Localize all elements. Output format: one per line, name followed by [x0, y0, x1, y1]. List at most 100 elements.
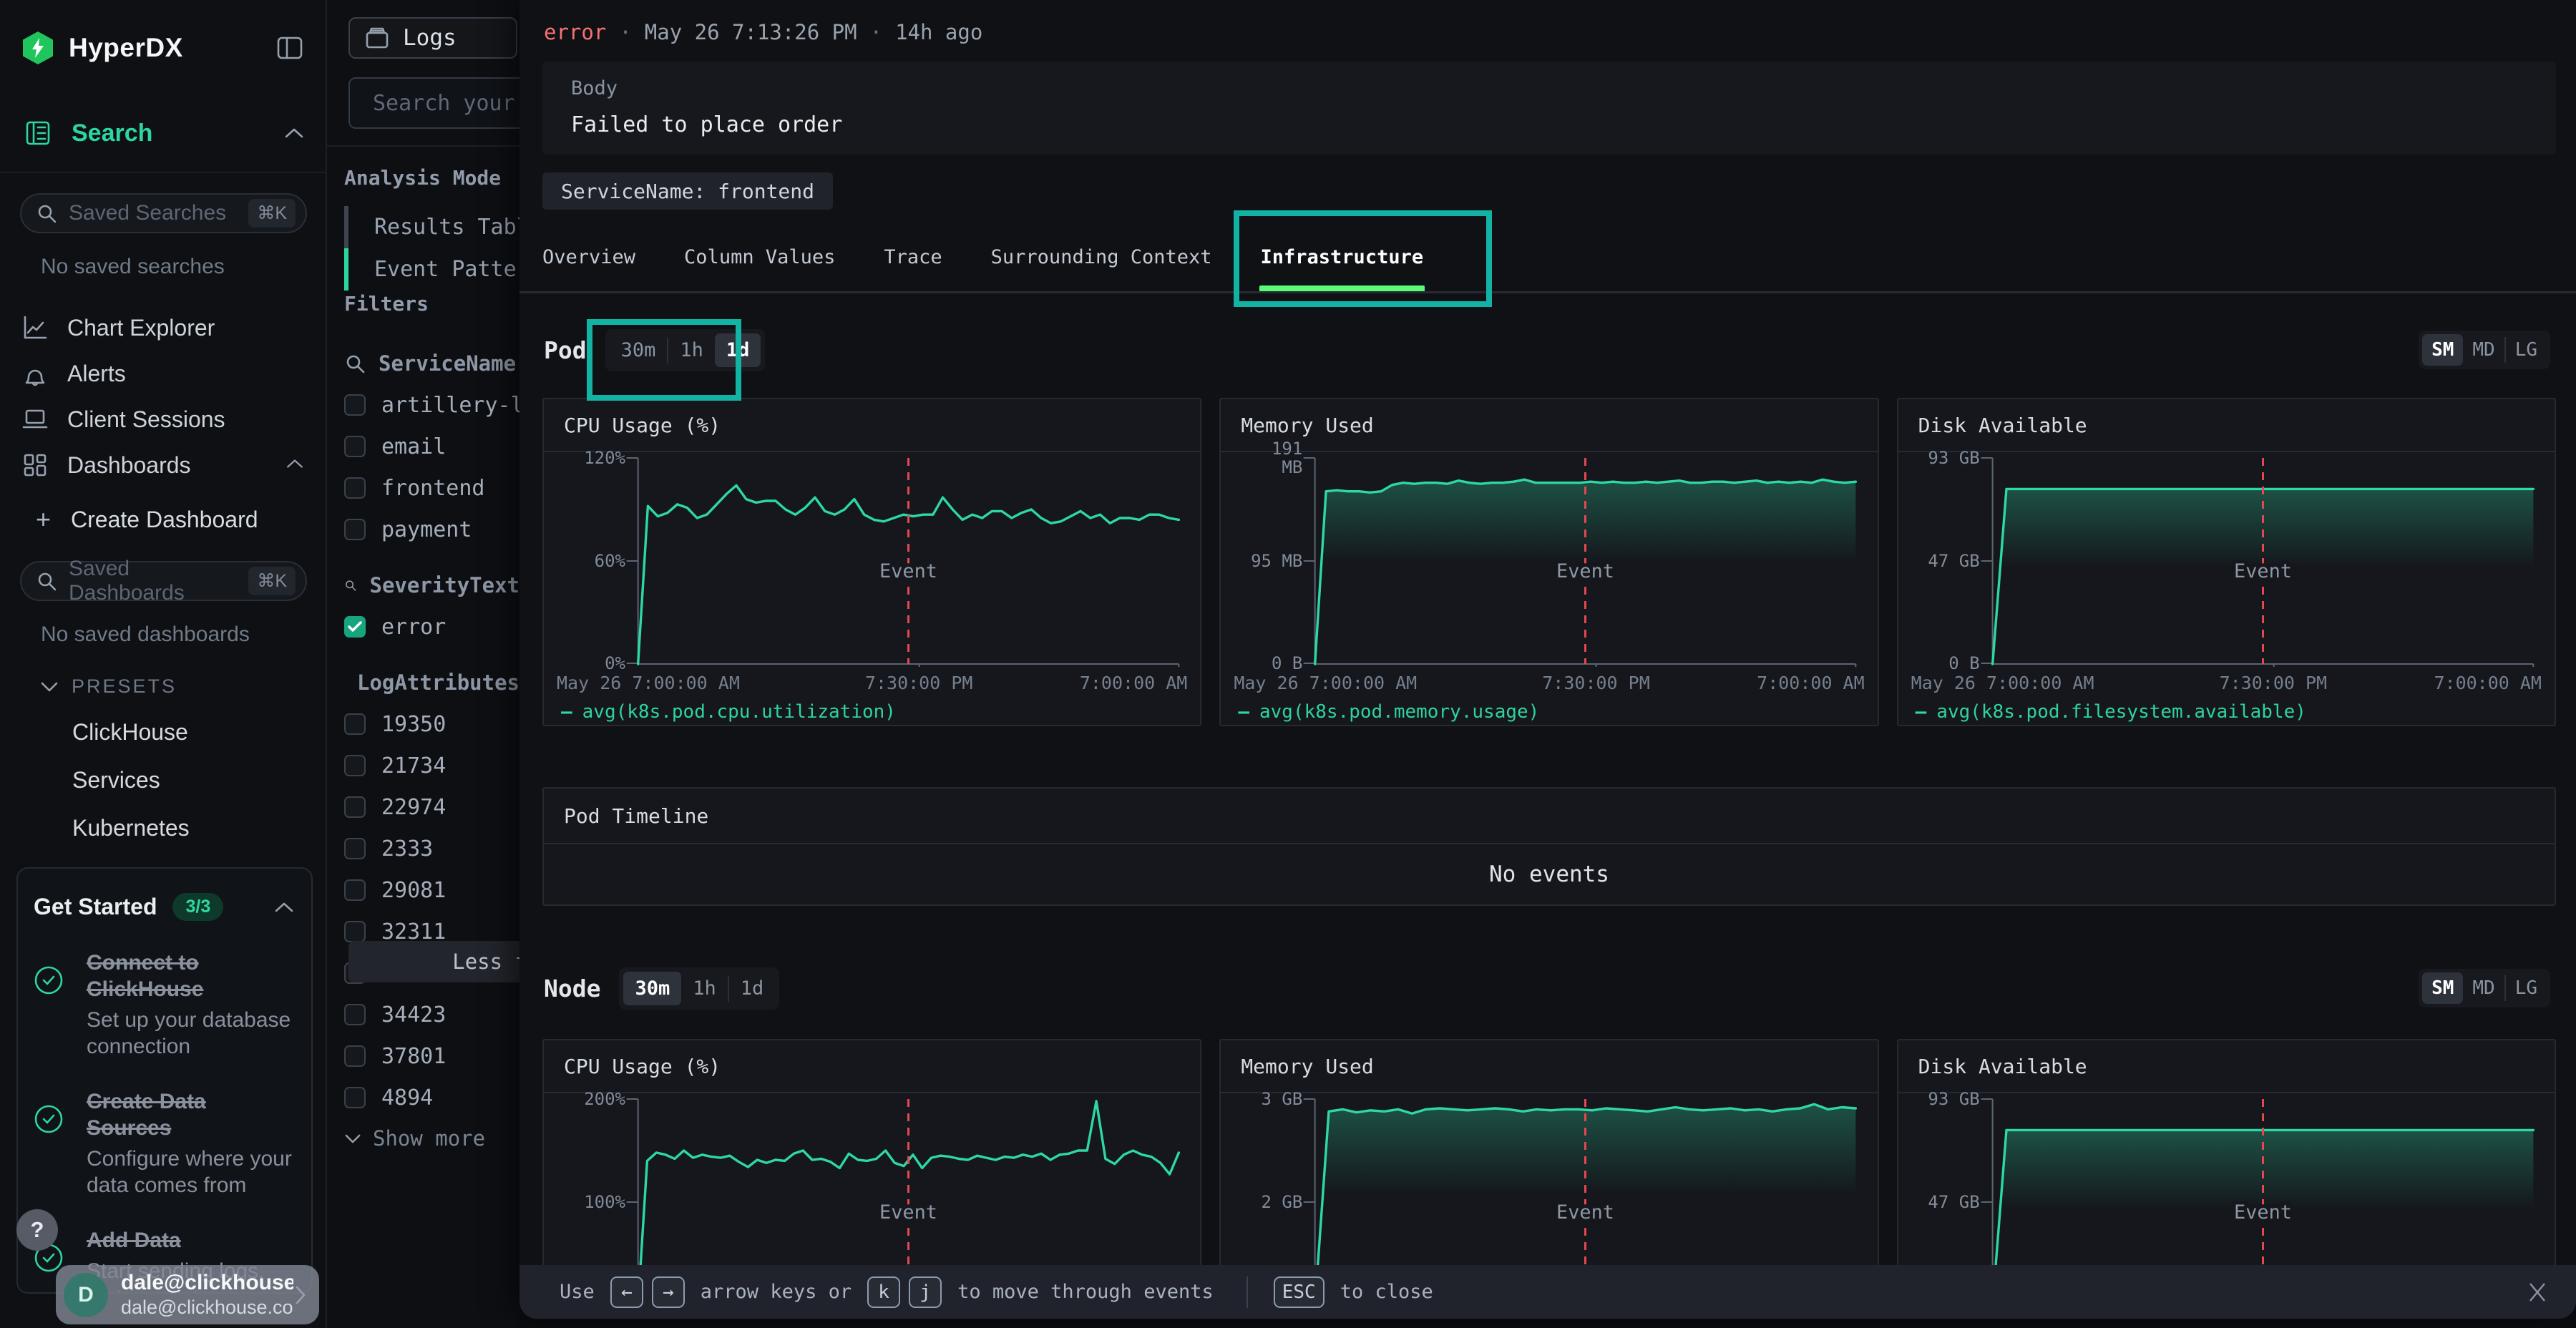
filter-option-label: email — [381, 434, 446, 459]
node-time-1d[interactable]: 1d — [729, 972, 776, 1005]
help-button[interactable]: ? — [16, 1209, 58, 1251]
checkbox[interactable] — [344, 879, 366, 901]
filter-option[interactable]: payment — [344, 514, 519, 545]
pod-time-30m[interactable]: 30m — [610, 333, 668, 367]
tab-overview[interactable]: Overview — [541, 236, 637, 293]
presets-toggle[interactable]: PRESETS — [0, 675, 326, 698]
checkbox[interactable] — [344, 1045, 366, 1067]
filter-option[interactable]: frontend — [344, 472, 519, 504]
pod-size-sm[interactable]: SM — [2422, 334, 2463, 366]
checkbox[interactable] — [344, 796, 366, 818]
event-search-input[interactable]: Search your events... — [348, 77, 549, 129]
saved-dashboards-input[interactable]: Saved Dashboards ⌘K — [20, 561, 307, 601]
pod-charts-row: CPU Usage (%)Event120%60%0%May 26 7:00:0… — [542, 398, 2556, 726]
filter-option[interactable]: 19350 — [344, 708, 519, 740]
filter-option[interactable]: email — [344, 431, 519, 462]
tab-infrastructure[interactable]: Infrastructure — [1259, 236, 1425, 293]
preset-item-kubernetes[interactable]: Kubernetes — [0, 815, 326, 841]
saved-searches-input[interactable]: Saved Searches ⌘K — [20, 193, 307, 233]
close-icon[interactable] — [2523, 1278, 2552, 1307]
checkbox[interactable] — [344, 713, 366, 735]
pod-size-md[interactable]: MD — [2463, 334, 2504, 366]
checkbox[interactable] — [344, 394, 366, 416]
show-more-label: Show more — [373, 1126, 485, 1151]
node-time-30m[interactable]: 30m — [623, 972, 681, 1005]
preset-item-services[interactable]: Services — [0, 767, 326, 794]
saved-dashboards-placeholder: Saved Dashboards — [69, 557, 248, 605]
node-size-lg[interactable]: LG — [2506, 972, 2547, 1004]
show-more-button[interactable]: Show more — [344, 1126, 519, 1151]
y-tick-label: 100% — [555, 1193, 625, 1211]
preset-item-clickhouse[interactable]: ClickHouse — [0, 719, 326, 746]
filter-option[interactable]: 29081 — [344, 874, 519, 906]
shortcut-badge: ⌘K — [248, 199, 296, 228]
filter-option[interactable]: 34423 — [344, 999, 519, 1030]
checkbox[interactable] — [344, 838, 366, 859]
service-name-tag[interactable]: ServiceName: frontend — [542, 172, 833, 210]
pod-time-1d[interactable]: 1d — [715, 333, 761, 367]
filter-option[interactable]: 4894 — [344, 1082, 519, 1113]
node-section-header: Node 30m1h1d — [544, 967, 779, 1010]
filter-option[interactable]: 2333 — [344, 833, 519, 864]
get-started-item[interactable]: Connect to ClickHouseSet up your databas… — [34, 949, 294, 1060]
chevron-up-icon[interactable] — [284, 127, 304, 140]
filter-option-label: 34423 — [381, 1002, 446, 1027]
checkbox-checked[interactable] — [344, 616, 366, 638]
pod-size-lg[interactable]: LG — [2506, 334, 2547, 366]
analysis-mode-results-table[interactable]: Results Table — [344, 206, 519, 248]
legend-series-name: avg(k8s.pod.memory.usage) — [1259, 701, 1539, 723]
y-tick-label: 47 GB — [1910, 552, 1980, 570]
sidebar-item-dashboards[interactable]: Dashboards — [0, 442, 326, 488]
legend-swatch: — — [1238, 701, 1249, 723]
analysis-mode-event-patterns[interactable]: Event Patterns — [344, 248, 519, 290]
tab-trace[interactable]: Trace — [882, 236, 943, 293]
esc-key: ESC — [1274, 1276, 1324, 1308]
sidebar-item-alerts[interactable]: Alerts — [0, 351, 326, 396]
node-time-1h[interactable]: 1h — [681, 972, 728, 1005]
pod-heading: Pod — [544, 336, 587, 364]
sidebar-item-search[interactable]: Search — [0, 113, 326, 153]
sidebar-item-label: Alerts — [67, 361, 304, 387]
divider — [519, 291, 2576, 293]
filter-option[interactable]: error — [344, 611, 519, 643]
filter-option-label: frontend — [381, 476, 485, 501]
pod-timeline-card: Pod Timeline No events — [542, 787, 2556, 906]
sidebar-item-label: Chart Explorer — [67, 315, 304, 341]
get-started-item-title: Create Data Sources — [87, 1088, 294, 1141]
chevron-up-icon[interactable] — [274, 901, 294, 914]
sidebar-collapse-icon[interactable] — [275, 34, 304, 62]
checkbox[interactable] — [344, 1087, 366, 1108]
checkbox[interactable] — [344, 755, 366, 776]
checkbox[interactable] — [344, 1004, 366, 1025]
checkbox[interactable] — [344, 436, 366, 457]
tab-surrounding-context[interactable]: Surrounding Context — [990, 236, 1214, 293]
filter-option[interactable]: 22974 — [344, 791, 519, 823]
create-dashboard-button[interactable]: + Create Dashboard — [0, 498, 326, 541]
search-icon — [36, 570, 57, 592]
get-started-item[interactable]: Create Data SourcesConfigure where your … — [34, 1088, 294, 1198]
checkbox[interactable] — [344, 921, 366, 942]
pod-time-1h[interactable]: 1h — [668, 333, 715, 367]
severity-badge: error — [544, 20, 606, 44]
node-size-md[interactable]: MD — [2463, 972, 2504, 1004]
tab-column-values[interactable]: Column Values — [683, 236, 836, 293]
filter-option[interactable]: 37801 — [344, 1040, 519, 1072]
logs-source-icon — [364, 26, 390, 50]
filter-group-severitytext[interactable]: SeverityText — [344, 570, 519, 601]
filter-group-logattributes[interactable]: LogAttributes — [344, 667, 519, 698]
filter-option[interactable]: artillery-load-gen — [344, 389, 519, 421]
chevron-up-icon — [286, 458, 304, 473]
filter-option[interactable]: 21734 — [344, 750, 519, 781]
sidebar-item-client-sessions[interactable]: Client Sessions — [0, 396, 326, 442]
pod-section-header: Pod 30m1h1d — [544, 329, 765, 371]
source-select[interactable]: Logs — [348, 17, 517, 59]
checkbox[interactable] — [344, 477, 366, 499]
user-menu[interactable]: D dale@clickhouse.com dale@clickhouse.co… — [56, 1265, 319, 1324]
node-size-sm[interactable]: SM — [2422, 972, 2463, 1004]
sidebar-item-chart-explorer[interactable]: Chart Explorer — [0, 305, 326, 351]
filter-option-label: 29081 — [381, 878, 446, 903]
pod-chart-size-control: SMMDLG — [2419, 331, 2550, 369]
sidebar-item-label: Search — [72, 119, 284, 147]
filter-group-servicename[interactable]: ServiceName — [344, 348, 519, 379]
checkbox[interactable] — [344, 519, 366, 540]
